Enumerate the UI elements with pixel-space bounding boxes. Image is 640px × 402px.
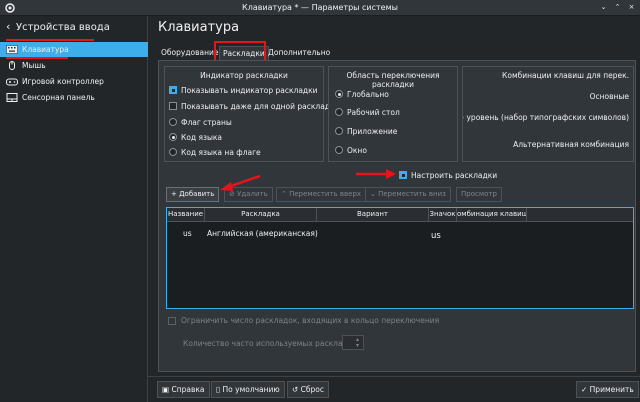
gamepad-icon [6, 78, 18, 86]
footer-divider [148, 376, 640, 377]
radio-unchecked[interactable] [169, 148, 177, 156]
column-header-layout[interactable]: Раскладка [205, 208, 317, 222]
desktop-label: Рабочий стол [347, 108, 400, 117]
main-shortcut-label[interactable]: Основные [590, 92, 629, 101]
radio-unchecked[interactable] [335, 127, 343, 135]
minimize-button[interactable]: ⌄ [598, 2, 609, 13]
shortcuts-group-title: Комбинации клавиш для перек. [502, 71, 629, 80]
help-label: Справка [171, 385, 205, 394]
radio-unchecked[interactable] [335, 146, 343, 154]
title-bar: Клавиатура * — Параметры системы ⌄ ⌃ × [0, 0, 640, 16]
close-button[interactable]: × [626, 2, 637, 13]
table-row[interactable]: us Английская (американская) us [167, 224, 633, 241]
limit-label: Ограничить число раскладок, входящих в к… [181, 316, 440, 325]
cell-layout: Английская (американская) [207, 229, 318, 238]
preview-button[interactable]: Просмотр [456, 187, 502, 202]
sidebar-item-label: Клавиатура [22, 45, 69, 54]
indicator-group-title: Индикатор раскладки [200, 71, 288, 80]
maximize-button[interactable]: ⌃ [612, 2, 623, 13]
country-flag-label: Флаг страны [181, 118, 232, 127]
annotation-arrow-add [220, 174, 261, 191]
alternative-shortcut-label[interactable]: Альтернативная комбинация [513, 140, 629, 149]
cell-name: us [183, 229, 192, 238]
mouse-icon [9, 61, 15, 70]
column-header-shortcut[interactable]: омбинация клавиш [457, 208, 527, 222]
back-arrow-icon[interactable]: ‹ [6, 20, 10, 33]
sidebar-item-label: Игровой контроллер [22, 77, 104, 86]
sidebar-item-label: Сенсорная панель [22, 93, 95, 102]
defaults-label: По умолчанию [222, 385, 280, 394]
sidebar-item-label: Мышь [22, 61, 46, 70]
column-header-icon[interactable]: Значок [429, 208, 457, 222]
count-label: Количество часто используемых раскладок: [183, 339, 360, 348]
column-header-filler [527, 208, 633, 222]
add-layout-button[interactable]: + Добавить [166, 187, 220, 202]
sidebar-item-mouse[interactable]: Мышь [0, 58, 148, 73]
annotation-underline-header [6, 39, 94, 41]
reset-button[interactable]: ↺ Сброс [287, 381, 330, 398]
tab-advanced[interactable]: Дополнительно [265, 46, 333, 60]
global-label: Глобально [347, 90, 389, 99]
sidebar-back-header[interactable]: ‹ Устройства ввода [0, 20, 148, 38]
help-button[interactable]: ▣ Справка [157, 381, 210, 398]
apply-button[interactable]: ✓ Применить [576, 381, 639, 398]
lang-code-label: Код языка [181, 133, 223, 142]
move-down-button[interactable]: ⌄ Переместить вниз [365, 187, 451, 202]
sidebar-item-touchpad[interactable]: Сенсорная панель [0, 90, 148, 105]
sidebar: ‹ Устройства ввода Клавиатура Мышь Игров… [0, 16, 148, 402]
annotation-box-layouts-tab [214, 41, 266, 62]
window-title: Клавиатура * — Параметры системы [242, 3, 398, 12]
reset-icon: ↺ [292, 385, 301, 394]
defaults-button[interactable]: ▯ По умолчанию [211, 381, 285, 398]
application-label: Приложение [347, 127, 398, 136]
keyboard-icon [6, 45, 18, 54]
show-indicator-label: Показывать индикатор раскладки [181, 86, 318, 95]
lang-code-on-flag-label: Код языка на флаге [181, 148, 261, 157]
sidebar-item-keyboard[interactable]: Клавиатура [0, 42, 148, 57]
touchpad-icon [6, 93, 18, 102]
third-level-shortcut-label[interactable]: «3-й» уровень (набор типографских символ… [463, 113, 629, 122]
sidebar-header-label: Устройства ввода [16, 22, 110, 33]
move-up-button[interactable]: ⌃ Переместить вверх [276, 187, 367, 202]
shortcuts-group: Комбинации клавиш для перек. Основные «3… [462, 66, 634, 162]
radio-checked[interactable] [169, 133, 177, 141]
spin-down-icon[interactable]: ▾ [356, 342, 359, 349]
column-header-name[interactable]: Название [167, 208, 205, 222]
column-header-variant[interactable]: Вариант [317, 208, 429, 222]
tab-hardware[interactable]: Оборудование [158, 46, 222, 60]
annotation-arrow-configure [356, 169, 396, 179]
indicator-group: Индикатор раскладки Показывать индикатор… [164, 66, 339, 162]
window-label: Окно [347, 146, 367, 155]
layouts-table[interactable]: Название Раскладка Вариант Значок омбина… [166, 207, 634, 309]
cell-icon: us [431, 231, 441, 241]
switch-area-group: Область переключения раскладки Глобально… [328, 66, 458, 162]
radio-unchecked[interactable] [335, 108, 343, 116]
page-title: Клавиатура [158, 20, 240, 35]
show-even-single-label: Показывать даже для одной раскладки [181, 102, 340, 111]
switch-area-group-title: Область переключения раскладки [346, 71, 440, 89]
sidebar-item-gamepad[interactable]: Игровой контроллер [0, 74, 148, 89]
limit-checkbox[interactable] [168, 317, 176, 325]
checkbox-unchecked[interactable] [169, 102, 177, 110]
radio-checked[interactable] [335, 90, 343, 98]
reset-label: Сброс [300, 385, 325, 394]
radio-unchecked[interactable] [169, 118, 177, 126]
configure-layouts-label: Настроить раскладки [411, 171, 498, 180]
checkbox-checked[interactable] [169, 86, 177, 94]
checkbox-checked[interactable] [399, 171, 407, 179]
count-spinbox[interactable]: ▴ ▾ [342, 335, 364, 350]
